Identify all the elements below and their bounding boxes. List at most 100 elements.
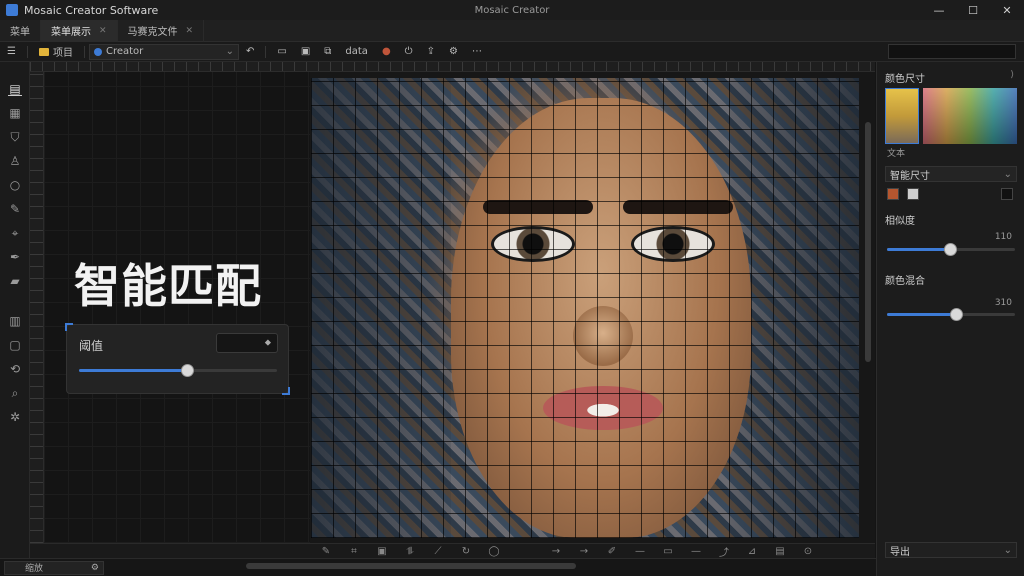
- canvas-area[interactable]: 智能匹配 阈值 ⬥: [30, 62, 875, 543]
- creator-dropdown[interactable]: Creator ⌄: [88, 43, 239, 60]
- blend-label: 颜色混合: [885, 276, 925, 287]
- toolbar-divider: [83, 45, 85, 58]
- slider-knob[interactable]: [950, 308, 964, 321]
- bottom-toolbar: ✎ ⌗ ▣ ⥮ ⟋ ↻ ◯ → → ✐ — ▭ — ⤴ ⊿ ▤ ⊙: [30, 543, 875, 559]
- pen-tool-icon[interactable]: ✎: [318, 546, 334, 557]
- undo-icon[interactable]: ↶: [242, 44, 258, 60]
- arrow-icon[interactable]: →: [548, 546, 564, 557]
- ruler-horizontal: [30, 62, 875, 72]
- info-icon[interactable]: ⊙: [800, 546, 816, 557]
- slider-fill: [887, 313, 958, 316]
- similarity-slider[interactable]: [887, 243, 1015, 256]
- dropdown-value: Creator: [105, 46, 144, 57]
- frame-icon[interactable]: ▭: [660, 546, 676, 557]
- copy-icon[interactable]: ⧉: [320, 44, 335, 60]
- eraser-icon[interactable]: ▰: [8, 274, 22, 288]
- chevron-down-icon: ⌄: [1003, 544, 1012, 556]
- marker-icon[interactable]: ⥮: [402, 546, 418, 557]
- slider-knob[interactable]: [944, 243, 957, 256]
- tab-mosaic-file[interactable]: 马赛克文件 ✕: [118, 19, 205, 42]
- data-label: data: [345, 46, 368, 57]
- circle-icon[interactable]: ◯: [486, 546, 502, 557]
- folder-open-icon[interactable]: ▭: [273, 44, 290, 60]
- line-icon[interactable]: ⟋: [430, 546, 446, 557]
- maximize-icon[interactable]: ☐: [956, 0, 990, 20]
- collapse-icon[interactable]: ⟩: [1010, 70, 1014, 80]
- brush-icon[interactable]: ✎: [8, 202, 22, 216]
- color-chip[interactable]: [1001, 188, 1013, 200]
- slider-fill: [79, 369, 188, 372]
- blend-slider[interactable]: [887, 308, 1015, 321]
- export-select[interactable]: 导出 ⌄: [885, 542, 1017, 558]
- title-bar: Mosaic Creator Software Mosaic Creator —…: [0, 0, 1024, 20]
- tab-bar: 菜单 菜单展示 ✕ 马赛克文件 ✕: [0, 19, 1024, 42]
- gear-icon[interactable]: ✲: [8, 410, 22, 424]
- vertical-scrollbar[interactable]: [865, 122, 871, 362]
- image-icon[interactable]: ▣: [374, 546, 390, 557]
- project-label: 项目: [52, 48, 73, 59]
- threshold-panel: 阈值 ⬥: [65, 323, 290, 395]
- color-palette[interactable]: [923, 88, 1017, 144]
- tab-label: 菜单展示: [51, 27, 91, 38]
- close-icon[interactable]: ✕: [990, 0, 1024, 20]
- export-icon[interactable]: ⇪: [423, 44, 439, 60]
- app-logo-icon: [6, 4, 18, 16]
- tab-label: 菜单: [10, 27, 30, 38]
- minus-icon[interactable]: —: [632, 546, 648, 557]
- threshold-slider[interactable]: [79, 364, 277, 377]
- settings-icon[interactable]: ⚙: [445, 44, 462, 60]
- search-input[interactable]: [888, 44, 1016, 59]
- grid-icon[interactable]: ▥: [8, 314, 22, 328]
- ellipse-icon[interactable]: ○: [8, 178, 22, 192]
- current-color-swatch[interactable]: [885, 88, 919, 144]
- data-button[interactable]: data: [341, 44, 372, 60]
- select-value: 导出: [890, 546, 910, 558]
- horizontal-scrollbar[interactable]: [246, 563, 576, 569]
- transform-icon[interactable]: ⟲: [8, 362, 22, 376]
- brush-icon[interactable]: ✐: [604, 546, 620, 557]
- more-icon[interactable]: ⋯: [468, 44, 486, 60]
- tab-menu-display[interactable]: 菜单展示 ✕: [41, 19, 118, 42]
- selection-corner: [65, 323, 73, 331]
- refresh-icon[interactable]: ↻: [458, 546, 474, 557]
- similarity-max: 110: [994, 232, 1012, 242]
- color-chip[interactable]: [887, 188, 899, 200]
- panel-icon[interactable]: ▢: [8, 338, 22, 352]
- record-icon[interactable]: ●: [378, 44, 395, 60]
- crop-icon[interactable]: ⌗: [346, 546, 362, 557]
- close-tab-icon[interactable]: ✕: [186, 26, 194, 36]
- similarity-label: 相似度: [885, 216, 915, 227]
- stepper-arrow-icon[interactable]: ⬥: [265, 338, 271, 348]
- zoom-tool-icon[interactable]: ⌕: [8, 386, 22, 400]
- slider-fill: [887, 248, 951, 251]
- slider-knob[interactable]: [180, 364, 194, 377]
- pen-icon[interactable]: ✒: [8, 250, 22, 264]
- measure-icon[interactable]: ⊿: [744, 546, 760, 557]
- lasso-icon[interactable]: ⌖: [8, 226, 22, 240]
- mosaic-image[interactable]: [311, 78, 859, 538]
- left-tool-strip: ▤ ▦ ⛉ ♙ ○ ✎ ⌖ ✒ ▰ ▥ ▢ ⟲ ⌕ ✲: [0, 62, 30, 558]
- project-button[interactable]: 项目: [35, 44, 77, 60]
- layers-icon[interactable]: ▦: [8, 106, 22, 120]
- zoom-control[interactable]: 缩放 ⚙: [4, 560, 104, 575]
- arrow-right-icon[interactable]: →: [576, 546, 592, 557]
- power-icon[interactable]: ⏻: [401, 44, 417, 60]
- settings-icon[interactable]: ⚙: [91, 563, 99, 573]
- select-tool-icon[interactable]: ▤: [8, 82, 22, 96]
- color-chip[interactable]: [907, 188, 919, 200]
- tab-menu[interactable]: 菜单: [0, 19, 41, 42]
- share-icon[interactable]: ⤴: [716, 544, 732, 559]
- smart-match-title: 智能匹配: [74, 259, 262, 313]
- minimize-icon[interactable]: —: [922, 0, 956, 20]
- shield-icon[interactable]: ⛉: [8, 130, 22, 144]
- menu-icon[interactable]: ☰: [3, 44, 20, 60]
- threshold-stepper[interactable]: ⬥: [216, 333, 278, 353]
- download-icon[interactable]: ▤: [772, 546, 788, 557]
- bell-icon[interactable]: ♙: [8, 154, 22, 168]
- tile-size-select[interactable]: 智能尺寸 ⌄: [885, 166, 1017, 182]
- selection-corner: [282, 387, 290, 395]
- save-icon[interactable]: ▣: [297, 44, 314, 60]
- close-tab-icon[interactable]: ✕: [99, 26, 107, 36]
- window-controls: — ☐ ✕: [922, 0, 1024, 20]
- minus-icon[interactable]: —: [688, 546, 704, 557]
